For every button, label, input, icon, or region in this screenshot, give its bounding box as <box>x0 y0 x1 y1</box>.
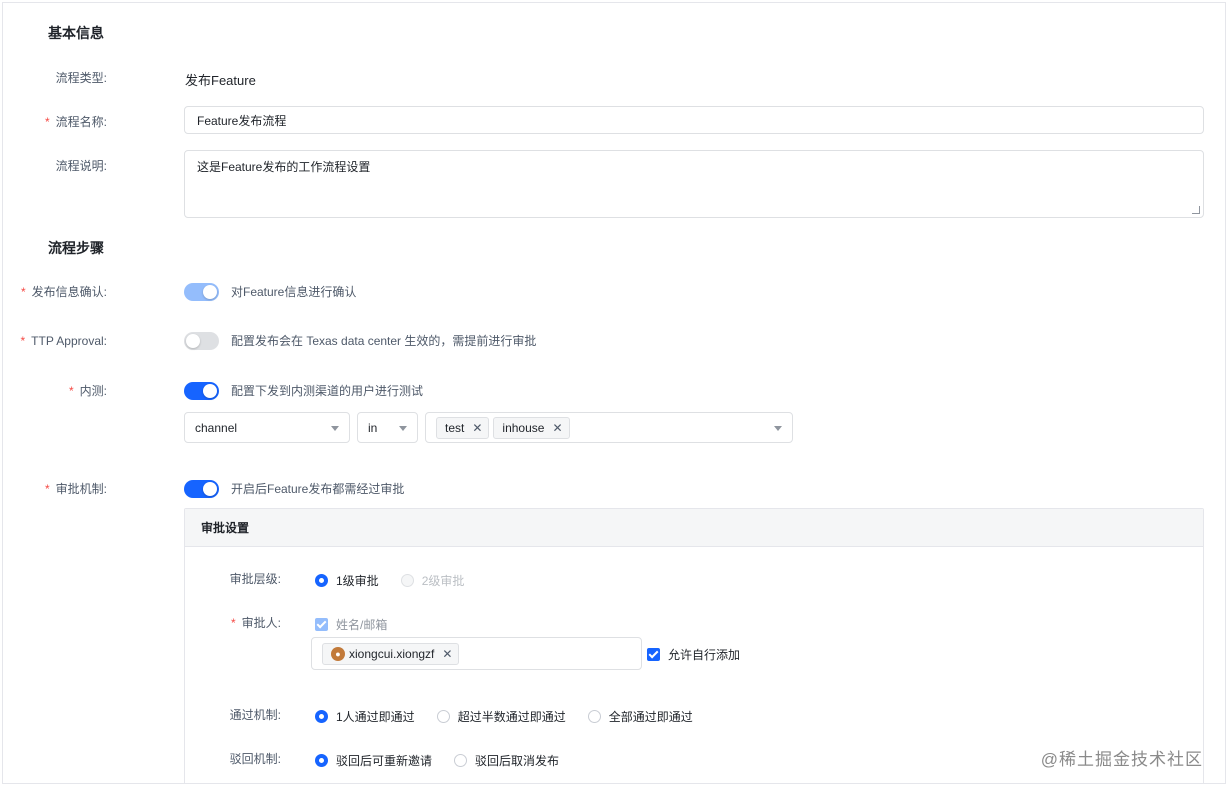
ttp-label: * TTP Approval: <box>3 333 108 349</box>
confirm-label: * 发布信息确认: <box>3 284 107 300</box>
watermark: @稀土掘金技术社区 <box>1040 750 1203 769</box>
switch-knob <box>203 384 217 398</box>
approver-multiselect[interactable]: ● xiongcui.xiongzf ✕ <box>311 637 642 670</box>
radio-dot <box>315 710 328 723</box>
radio-pass-one[interactable]: 1人通过即通过 <box>315 708 415 725</box>
avatar: ● <box>331 646 345 661</box>
chevron-down-icon <box>331 425 339 431</box>
approver-tag: ● xiongcui.xiongzf ✕ <box>322 642 460 665</box>
reject-mechanism-label: 驳回机制: <box>229 752 281 766</box>
radio-label: 1人通过即通过 <box>336 710 415 724</box>
radio-level-2[interactable]: 2级审批 <box>400 572 465 589</box>
pass-mechanism-label: 通过机制: <box>229 708 281 722</box>
approval-settings-title: 审批设置 <box>185 509 1203 547</box>
radio-dot <box>454 754 468 767</box>
channel-field-select[interactable]: channel <box>184 412 350 443</box>
radio-label: 全部通过即通过 <box>608 710 693 724</box>
resize-handle-icon[interactable] <box>1192 206 1200 214</box>
checkbox-label: 姓名/邮箱 <box>336 618 388 632</box>
close-icon[interactable]: ✕ <box>472 421 482 435</box>
close-icon[interactable]: ✕ <box>552 421 562 435</box>
radio-dot <box>436 710 450 723</box>
close-icon[interactable]: ✕ <box>442 647 452 661</box>
radio-dot <box>587 710 601 723</box>
approver-name-email-checkbox[interactable]: 姓名/邮箱 <box>315 616 387 633</box>
section-title-steps: 流程步骤 <box>48 240 104 256</box>
required-mark: * <box>44 482 50 496</box>
approval-label: * 审批机制: <box>3 481 107 497</box>
flow-name-input[interactable]: Feature发布流程 <box>184 106 1204 134</box>
checkbox-label: 允许自行添加 <box>668 648 741 662</box>
flow-name-label: * 流程名称: <box>3 114 107 130</box>
confirm-label-text: 发布信息确认: <box>31 285 107 299</box>
channel-field-select-value: channel <box>195 420 238 435</box>
required-mark: * <box>20 285 26 299</box>
channel-values-multiselect[interactable]: test ✕ inhouse ✕ <box>425 412 793 443</box>
ttp-switch-text: 配置发布会在 Texas data center 生效的，需提前进行审批 <box>231 334 537 348</box>
radio-label: 1级审批 <box>336 574 379 588</box>
chevron-down-icon <box>399 425 407 431</box>
flow-name-input-value: Feature发布流程 <box>197 113 287 128</box>
flow-desc-label: 流程说明: <box>55 159 107 173</box>
flow-desc-textarea-value: 这是Feature发布的工作流程设置 <box>197 160 371 174</box>
switch-knob <box>203 285 217 299</box>
confirm-switch[interactable] <box>184 283 219 301</box>
internal-test-switch-text: 配置下发到内测渠道的用户进行测试 <box>231 384 424 398</box>
checkbox-box <box>647 648 660 661</box>
tag-test: test ✕ <box>436 416 490 439</box>
approval-level-radio-group: 1级审批 2级审批 <box>315 572 486 589</box>
operator-select[interactable]: in <box>357 412 418 443</box>
flow-type-value: 发布Feature <box>185 73 256 88</box>
internal-test-label: * 内测: <box>3 383 107 399</box>
radio-label: 驳回后可重新邀请 <box>336 754 433 768</box>
radio-label: 超过半数通过即通过 <box>457 710 566 724</box>
approval-settings-panel: 审批设置 审批层级: 1级审批 2级审批 * 审批人: 姓名/邮箱 ● xiongc… <box>184 508 1204 783</box>
radio-reject-cancel[interactable]: 驳回后取消发布 <box>454 752 559 769</box>
required-mark: * <box>230 616 236 630</box>
radio-dot <box>315 574 328 587</box>
radio-reject-reinvite[interactable]: 驳回后可重新邀请 <box>315 752 432 769</box>
radio-label: 驳回后取消发布 <box>475 754 560 768</box>
switch-knob <box>186 334 200 348</box>
checkbox-box <box>315 618 328 631</box>
radio-pass-all[interactable]: 全部通过即通过 <box>587 708 693 725</box>
required-mark: * <box>20 334 26 348</box>
radio-pass-majority[interactable]: 超过半数通过即通过 <box>436 708 566 725</box>
ttp-label-text: TTP Approval: <box>31 334 107 348</box>
required-mark: * <box>44 115 50 129</box>
ttp-switch[interactable] <box>184 332 219 350</box>
allow-self-add-checkbox[interactable]: 允许自行添加 <box>647 646 740 663</box>
tag-label: inhouse <box>502 420 545 435</box>
approver-label: * 审批人: <box>185 615 281 631</box>
tag-label: test <box>445 420 465 435</box>
approval-label-text: 审批机制: <box>55 482 107 496</box>
radio-label: 2级审批 <box>421 574 465 588</box>
pass-mechanism-radio-group: 1人通过即通过 超过半数通过即通过 全部通过即通过 <box>315 708 715 725</box>
required-mark: * <box>68 384 74 398</box>
approval-switch-text: 开启后Feature发布都需经过审批 <box>231 482 405 496</box>
radio-level-1[interactable]: 1级审批 <box>315 572 379 589</box>
radio-dot <box>400 574 414 587</box>
internal-test-label-text: 内测: <box>79 384 107 398</box>
approval-level-label: 审批层级: <box>229 572 281 586</box>
approver-label-text: 审批人: <box>241 616 281 630</box>
internal-test-switch[interactable] <box>184 382 219 400</box>
approval-switch[interactable] <box>184 480 219 498</box>
switch-knob <box>203 482 217 496</box>
tag-label: xiongcui.xiongzf <box>349 646 435 661</box>
flow-name-label-text: 流程名称: <box>55 115 107 129</box>
section-title-basic: 基本信息 <box>48 25 104 41</box>
flow-desc-textarea[interactable]: 这是Feature发布的工作流程设置 <box>184 150 1204 218</box>
form-page: 基本信息 流程类型: 发布Feature * 流程名称: Feature发布流程 … <box>2 2 1226 784</box>
flow-type-label: 流程类型: <box>55 71 107 85</box>
chevron-down-icon <box>774 425 782 431</box>
operator-select-value: in <box>368 420 378 435</box>
tag-inhouse: inhouse ✕ <box>493 416 570 439</box>
radio-dot <box>315 754 328 767</box>
reject-mechanism-radio-group: 驳回后可重新邀请 驳回后取消发布 <box>315 752 581 769</box>
confirm-switch-text: 对Feature信息进行确认 <box>231 285 357 299</box>
